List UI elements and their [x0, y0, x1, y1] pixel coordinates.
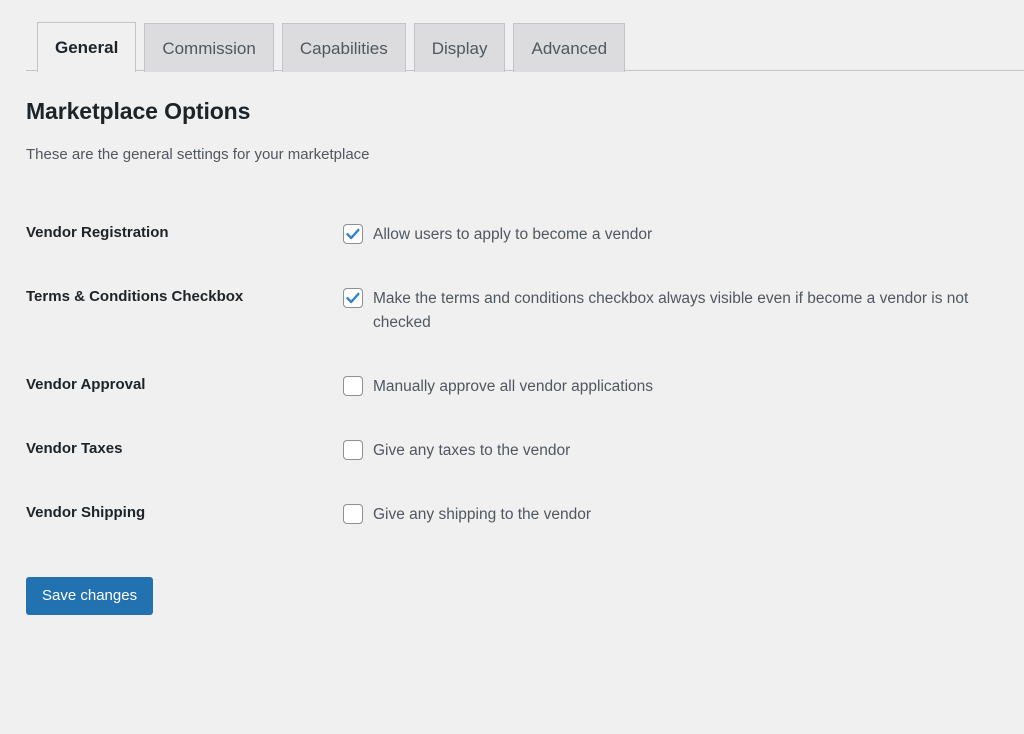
checkbox-label[interactable]: Give any shipping to the vendor	[373, 503, 591, 527]
settings-row: Vendor Approval Manually approve all vend…	[26, 355, 998, 419]
save-changes-button[interactable]: Save changes	[26, 577, 154, 616]
setting-label: Vendor Registration	[26, 224, 169, 241]
setting-field: Make the terms and conditions checkbox a…	[343, 267, 998, 355]
checkbox-label[interactable]: Manually approve all vendor applications	[373, 375, 653, 399]
tab-list: General Commission Capabilities Display Adva…	[37, 22, 626, 73]
checkbox-field: Make the terms and conditions checkbox a…	[343, 287, 998, 335]
tab-capabilities[interactable]: Capabilities	[281, 23, 406, 72]
tab-advanced[interactable]: Advanced	[513, 23, 626, 72]
setting-label: Vendor Shipping	[26, 504, 146, 522]
checkbox-checked[interactable]	[343, 288, 363, 309]
tab-commission[interactable]: Commission	[144, 23, 274, 72]
setting-field: Allow users to apply to become a vendor	[343, 203, 998, 267]
setting-label: Vendor Approval	[26, 376, 146, 394]
tab-label: Commission	[162, 38, 256, 58]
setting-field: Give any taxes to the vendor	[343, 419, 998, 483]
page-description: These are the general settings for your …	[26, 146, 370, 163]
settings-content: Marketplace Options These are the genera…	[0, 98, 1024, 635]
checkbox-label[interactable]: Make the terms and conditions checkbox a…	[373, 287, 998, 335]
checkbox-field: Give any shipping to the vendor	[343, 503, 998, 527]
checkbox-unchecked[interactable]	[343, 440, 363, 461]
tab-label: General	[55, 38, 119, 57]
form-actions: Save changes	[26, 577, 998, 635]
settings-table-body: Vendor Registration Allow users to apply …	[26, 203, 998, 547]
checkbox-label[interactable]: Give any taxes to the vendor	[373, 439, 570, 463]
setting-label: Terms & Conditions Checkbox	[26, 288, 244, 306]
settings-row: Vendor Shipping Give any shipping to the …	[26, 483, 998, 547]
tab-label: Advanced	[531, 38, 608, 58]
settings-row: Vendor Taxes Give any taxes to the vendor	[26, 419, 998, 483]
setting-field: Give any shipping to the vendor	[343, 483, 998, 547]
settings-row: Terms & Conditions Checkbox Make the term…	[26, 267, 998, 355]
tab-label: Display	[431, 38, 488, 58]
setting-field: Manually approve all vendor applications	[343, 355, 998, 419]
page-title: Marketplace Options	[26, 98, 251, 124]
checkbox-label[interactable]: Allow users to apply to become a vendor	[373, 223, 652, 247]
checkbox-field: Manually approve all vendor applications	[343, 375, 998, 399]
tab-label: Capabilities	[299, 38, 388, 58]
setting-label: Vendor Taxes	[26, 440, 123, 458]
tab-general[interactable]: General	[37, 22, 137, 73]
settings-tab-bar: General Commission Capabilities Display Adva…	[0, 0, 1024, 73]
checkbox-unchecked[interactable]	[343, 504, 363, 525]
checkbox-unchecked[interactable]	[343, 376, 363, 397]
checkbox-checked[interactable]	[343, 224, 363, 244]
checkbox-field: Allow users to apply to become a vendor	[343, 223, 998, 247]
settings-table: Vendor Registration Allow users to apply …	[26, 203, 998, 547]
tab-display[interactable]: Display	[413, 23, 506, 72]
settings-row: Vendor Registration Allow users to apply …	[26, 203, 998, 267]
checkbox-field: Give any taxes to the vendor	[343, 439, 998, 463]
